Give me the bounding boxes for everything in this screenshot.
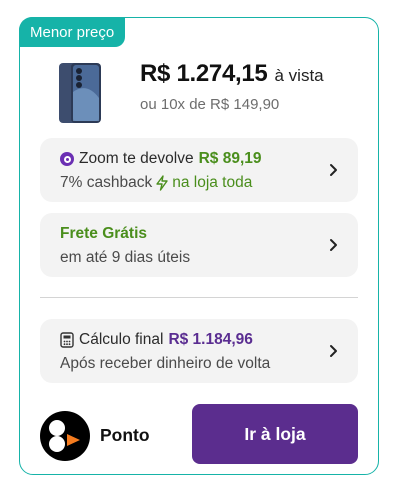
installments-text: ou 10x de R$ 149,90 bbox=[140, 96, 280, 113]
shipping-title: Frete Grátis bbox=[60, 225, 148, 242]
final-calc-amount: R$ 1.184,96 bbox=[168, 331, 253, 348]
go-to-store-button[interactable]: Ir à loja bbox=[192, 404, 358, 464]
price-line: R$ 1.274,15 à vista bbox=[140, 60, 324, 88]
badge-label: Menor preço bbox=[30, 23, 115, 41]
zoom-coin-icon bbox=[60, 152, 74, 166]
final-calc-subtitle: Após receber dinheiro de volta bbox=[60, 355, 271, 372]
go-to-store-label: Ir à loja bbox=[244, 423, 306, 444]
shipping-subtitle: em até 9 dias úteis bbox=[60, 249, 191, 266]
store-name: Ponto bbox=[100, 425, 150, 445]
chevron-right-icon bbox=[330, 164, 337, 176]
lightning-icon bbox=[156, 175, 168, 191]
final-calc-detail: Após receber dinheiro de volta bbox=[60, 355, 270, 373]
cashback-amount: R$ 89,19 bbox=[198, 150, 262, 167]
cash-price: R$ 1.274,15 bbox=[140, 60, 268, 87]
cashback-percent: 7% cashback bbox=[60, 174, 153, 191]
cash-price-suffix: à vista bbox=[274, 66, 324, 85]
divider bbox=[40, 297, 358, 298]
shipping-title-line: Frete Grátis bbox=[60, 225, 147, 243]
store-logo bbox=[40, 411, 90, 461]
cashback-panel[interactable]: Zoom te devolve R$ 89,19 7% cashback na … bbox=[40, 138, 358, 202]
chevron-right-icon bbox=[330, 345, 337, 357]
cashback-prefix: Zoom te devolve bbox=[79, 150, 194, 167]
shipping-panel[interactable]: Frete Grátis em até 9 dias úteis bbox=[40, 213, 358, 277]
calculator-icon bbox=[60, 332, 74, 348]
chevron-right-icon bbox=[330, 239, 337, 251]
final-calc-line: Cálculo final R$ 1.184,96 bbox=[60, 331, 253, 349]
final-calc-panel[interactable]: Cálculo final R$ 1.184,96 Após receber d… bbox=[40, 319, 358, 383]
final-calc-label: Cálculo final bbox=[79, 331, 164, 348]
lowest-price-badge: Menor preço bbox=[19, 17, 126, 47]
cashback-detail: 7% cashback na loja toda bbox=[60, 174, 252, 192]
shipping-detail: em até 9 dias úteis bbox=[60, 249, 190, 267]
cashback-scope: na loja toda bbox=[172, 174, 253, 191]
product-phone-image bbox=[59, 63, 101, 123]
cashback-line: Zoom te devolve R$ 89,19 bbox=[60, 150, 262, 168]
